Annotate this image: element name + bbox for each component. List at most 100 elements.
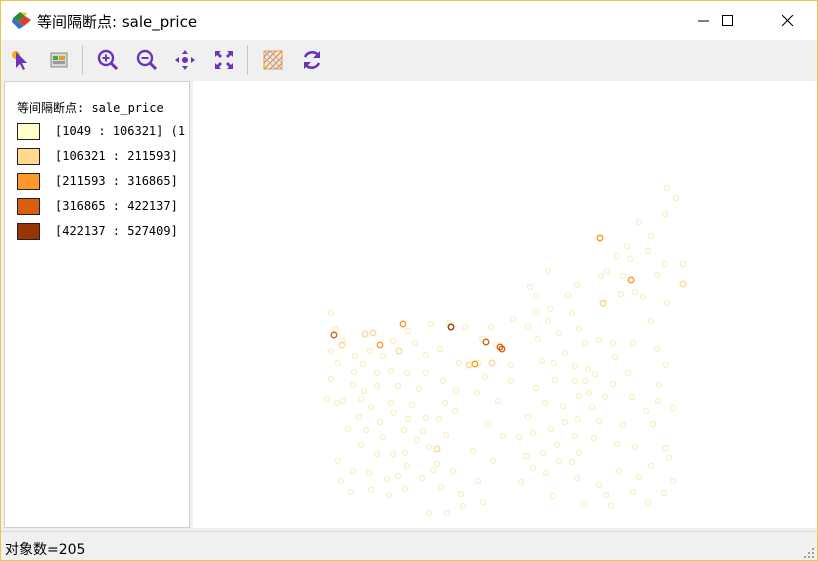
map-point [597, 272, 605, 280]
map-point [373, 382, 381, 390]
map-point [376, 418, 384, 426]
map-point [517, 478, 525, 486]
map-point-highlight [361, 330, 369, 338]
legend-label: [316865 : 422137] [55, 199, 178, 213]
map-point [494, 397, 502, 405]
pan-icon [175, 50, 195, 70]
legend-swatch [17, 223, 40, 240]
map-point-highlight [399, 320, 407, 328]
pan-button[interactable] [171, 46, 199, 74]
select-tool-button[interactable] [7, 46, 35, 74]
identify-tool-button[interactable] [45, 46, 73, 74]
map-point [355, 413, 363, 421]
map-point [607, 502, 615, 510]
map-point [575, 449, 583, 457]
zoom-out-button[interactable] [133, 46, 161, 74]
map-point [422, 351, 430, 359]
map-point-highlight [679, 280, 687, 288]
toolbar [1, 40, 817, 80]
map-point [611, 353, 619, 361]
map-point [481, 373, 489, 381]
map-point-highlight [627, 276, 635, 284]
legend-label: [211593 : 316865] [55, 174, 178, 188]
full-extent-button[interactable] [210, 46, 238, 74]
map-point [524, 322, 532, 330]
map-point [507, 377, 515, 385]
map-point-highlight [465, 361, 473, 369]
map-point [366, 347, 374, 355]
map-point [623, 242, 631, 250]
map-point [367, 486, 375, 494]
legend-label: [106321 : 211593] [55, 149, 178, 163]
map-point [413, 436, 421, 444]
map-point-highlight [330, 331, 338, 339]
main-window: 等间隔断点: sale_price 等间隔断点: sale_price [104… [0, 0, 818, 561]
map-point [394, 382, 402, 390]
map-point [344, 425, 352, 433]
map-point [628, 393, 636, 401]
map-point [654, 397, 662, 405]
map-point [389, 337, 397, 345]
map-point [473, 389, 481, 397]
resize-grip-icon[interactable] [803, 547, 815, 559]
map-point [357, 395, 365, 403]
map-point [672, 194, 680, 202]
toolbar-separator [247, 45, 248, 75]
toolbar-separator [82, 45, 83, 75]
map-point [390, 409, 398, 417]
map-point [365, 469, 373, 477]
map-point [419, 427, 427, 435]
toggle-layer-button[interactable] [259, 46, 287, 74]
map-point [571, 377, 579, 385]
map-point [408, 401, 416, 409]
map-point [649, 420, 657, 428]
map-point [461, 323, 469, 331]
refresh-button[interactable] [298, 46, 326, 74]
map-point [487, 323, 495, 331]
title-bar[interactable]: 等间隔断点: sale_price [1, 1, 817, 40]
map-point [639, 293, 647, 301]
legend-swatch [17, 148, 40, 165]
map-point [524, 413, 532, 421]
map-point-highlight [376, 341, 384, 349]
map-point [469, 447, 477, 455]
map-point [544, 317, 552, 325]
map-point [559, 402, 567, 410]
legend-item: [211593 : 316865] [17, 173, 189, 193]
map-point [547, 425, 555, 433]
map-point [360, 387, 368, 395]
zoom-in-button[interactable] [94, 46, 122, 74]
map-point [642, 407, 650, 415]
full-extent-icon [215, 51, 233, 69]
map-point [499, 432, 507, 440]
map-point [619, 421, 627, 429]
map-point [555, 457, 563, 465]
map-point [647, 462, 655, 470]
map-point [644, 247, 652, 255]
map-point [387, 367, 395, 375]
map-point [555, 329, 563, 337]
legend-item: [422137 : 527409] [17, 223, 189, 243]
close-button[interactable] [765, 1, 811, 40]
map-point [507, 361, 515, 369]
identify-icon [50, 52, 68, 68]
map-point [647, 232, 655, 240]
map-point [635, 473, 643, 481]
map-point-highlight [488, 359, 496, 367]
map-point [327, 375, 335, 383]
map-point [415, 385, 423, 393]
map-point [564, 291, 572, 299]
map-point [379, 352, 387, 360]
map-point [331, 325, 339, 333]
maximize-button[interactable] [705, 1, 751, 40]
map-point [584, 365, 592, 373]
map-point [532, 292, 540, 300]
map-point [603, 267, 611, 275]
pointer-icon [12, 51, 27, 70]
map-point [595, 336, 603, 344]
map-canvas[interactable] [193, 81, 817, 528]
map-point [647, 317, 655, 325]
map-point [575, 325, 583, 333]
map-point [568, 309, 576, 317]
map-point [437, 483, 445, 491]
